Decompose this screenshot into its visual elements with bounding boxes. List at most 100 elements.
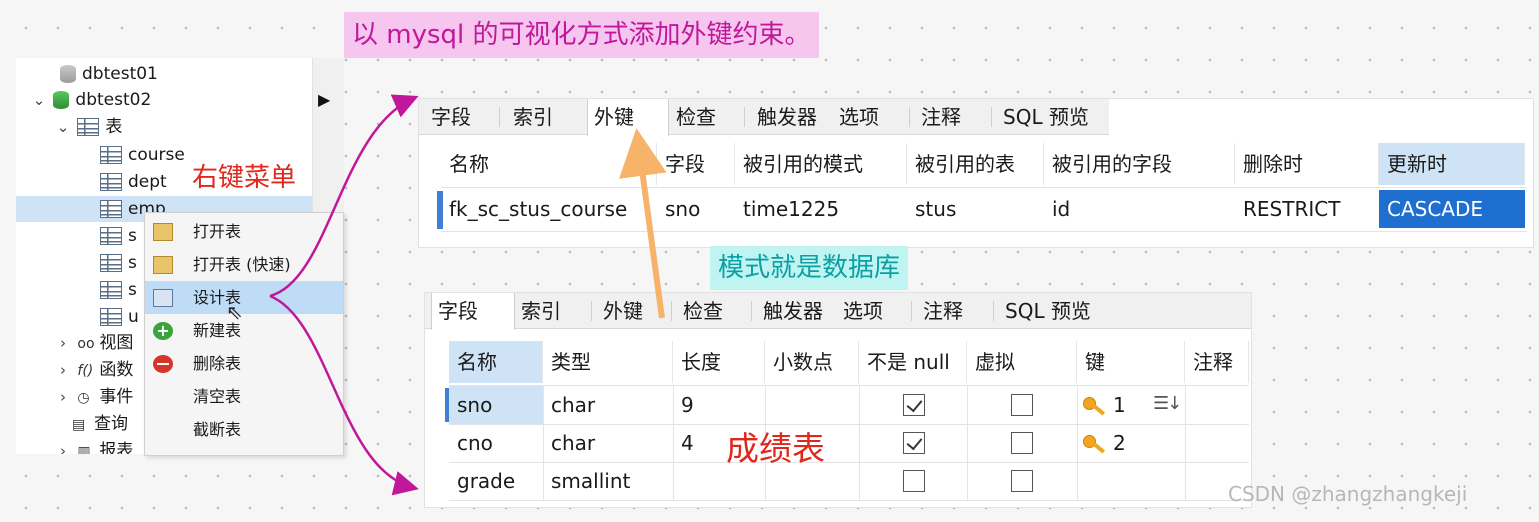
menu-item-open-table-fast[interactable]: 打开表 (快速) [145, 248, 343, 281]
tab-sql-preview[interactable]: SQL 预览 [997, 99, 1095, 135]
fk-on-delete-cell[interactable]: RESTRICT [1235, 188, 1379, 230]
tree-item-dept[interactable]: dept [100, 169, 167, 195]
menu-item-truncate-table[interactable]: 截断表 [145, 413, 343, 446]
fk-ref-field-cell[interactable]: id [1044, 188, 1235, 230]
table-icon [100, 146, 122, 164]
chevron-right-icon[interactable]: › [54, 438, 72, 454]
tab-indexes[interactable]: 索引 [507, 99, 559, 135]
chevron-right-icon[interactable]: › [54, 384, 72, 410]
virtual-checkbox[interactable] [1011, 432, 1033, 454]
field-decimals-cell[interactable] [765, 386, 859, 424]
column-header-field[interactable]: 字段 [657, 143, 735, 185]
tab-comments[interactable]: 注释 [917, 293, 969, 329]
field-name-cell[interactable]: grade [449, 462, 543, 500]
delete-table-icon [153, 355, 173, 373]
field-type-cell[interactable]: char [543, 424, 673, 462]
tab-fields[interactable]: 字段 [425, 99, 477, 135]
tab-checks[interactable]: 检查 [677, 293, 729, 329]
column-header-on-delete[interactable]: 删除时 [1235, 143, 1379, 185]
view-icon: oo [77, 336, 95, 352]
sort-order-icon[interactable]: ☰↓ [1153, 393, 1182, 414]
tree-item-table[interactable]: s [100, 250, 137, 276]
fk-tab-bar: 字段 索引 外键 检查 触发器 选项 注释 SQL 预览 [419, 99, 1109, 136]
column-header-name[interactable]: 名称 [441, 143, 657, 185]
open-table-fast-icon [153, 256, 173, 274]
tab-sql-preview[interactable]: SQL 预览 [999, 293, 1097, 329]
field-row-sno[interactable]: sno char 9 [449, 386, 1249, 424]
tab-options[interactable]: 选项 [833, 99, 885, 135]
column-header-virtual[interactable]: 虚拟 [967, 341, 1077, 383]
not-null-checkbox[interactable] [903, 470, 925, 492]
fk-table-row[interactable]: fk_sc_stus_course sno time1225 stus id R… [441, 188, 1527, 230]
design-table-icon [153, 289, 173, 307]
fk-ref-schema-cell[interactable]: time1225 [735, 188, 907, 230]
column-header-length[interactable]: 长度 [673, 341, 765, 383]
field-name-cell[interactable]: sno [449, 386, 543, 424]
tab-foreign-keys[interactable]: 外键 [597, 293, 649, 329]
tree-item-table[interactable]: s [100, 277, 137, 303]
menu-item-design-table[interactable]: 设计表 [145, 281, 343, 314]
tree-item-course[interactable]: course [100, 142, 185, 168]
tree-item-table[interactable]: s [100, 223, 137, 249]
field-row-grade[interactable]: grade smallint [449, 462, 1249, 500]
menu-item-open-table[interactable]: 打开表 [145, 215, 343, 248]
column-header-ref-schema[interactable]: 被引用的模式 [735, 143, 907, 185]
event-icon: ◷ [77, 390, 90, 406]
not-null-checkbox[interactable] [903, 432, 925, 454]
tree-item-queries[interactable]: ▤ 查询 [72, 411, 128, 437]
primary-key-icon [1083, 395, 1109, 417]
tab-foreign-keys[interactable]: 外键 [587, 99, 669, 136]
tree-item-dbtest01[interactable]: dbtest01 [60, 61, 158, 87]
fk-on-update-cell[interactable]: CASCADE [1379, 190, 1525, 228]
column-header-comment[interactable]: 注释 [1185, 341, 1249, 383]
fk-name-cell[interactable]: fk_sc_stus_course [441, 188, 657, 230]
tab-indexes[interactable]: 索引 [515, 293, 567, 329]
table-icon [100, 200, 122, 218]
column-header-ref-table[interactable]: 被引用的表 [907, 143, 1044, 185]
column-header-decimals[interactable]: 小数点 [765, 341, 859, 383]
column-header-type[interactable]: 类型 [543, 341, 673, 383]
column-header-on-update[interactable]: 更新时 [1379, 143, 1525, 185]
tree-item-dbtest02[interactable]: ⌄ dbtest02 [30, 87, 152, 113]
field-type-cell[interactable]: smallint [543, 462, 673, 500]
tree-item-events[interactable]: › ◷ 事件 [54, 384, 133, 410]
fields-table-header: 名称 类型 长度 小数点 不是 null 虚拟 键 注释 [449, 341, 1249, 383]
tree-item-reports[interactable]: › ▥ 报表 [54, 438, 133, 454]
not-null-checkbox[interactable] [903, 394, 925, 416]
field-length-cell[interactable]: 9 [673, 386, 765, 424]
menu-item-empty-table[interactable]: 清空表 [145, 380, 343, 413]
fk-ref-table-cell[interactable]: stus [907, 188, 1044, 230]
key-order: 2 [1113, 431, 1126, 455]
tab-triggers[interactable]: 触发器 [751, 99, 823, 135]
field-name-cell[interactable]: cno [449, 424, 543, 462]
virtual-checkbox[interactable] [1011, 470, 1033, 492]
expand-arrow-icon[interactable]: ▶ [318, 90, 330, 109]
tree-item-tables[interactable]: ⌄ 表 [54, 114, 123, 140]
tree-item-views[interactable]: › oo 视图 [54, 330, 133, 356]
chevron-right-icon[interactable]: › [54, 330, 72, 356]
menu-item-new-table[interactable]: + 新建表 [145, 314, 343, 347]
fk-field-cell[interactable]: sno [657, 188, 735, 230]
chevron-down-icon[interactable]: ⌄ [54, 114, 72, 140]
context-menu: 打开表 打开表 (快速) 设计表 + 新建表 删除表 清空表 截断表 [144, 212, 344, 456]
tab-comments[interactable]: 注释 [915, 99, 967, 135]
tree-item-table[interactable]: u [100, 304, 139, 330]
tab-fields[interactable]: 字段 [431, 293, 515, 330]
column-header-not-null[interactable]: 不是 null [859, 341, 967, 383]
tree-item-functions[interactable]: › f() 函数 [54, 357, 133, 383]
table-icon [100, 173, 122, 191]
chevron-down-icon[interactable]: ⌄ [30, 87, 48, 113]
column-header-name[interactable]: 名称 [449, 341, 543, 383]
tab-options[interactable]: 选项 [837, 293, 889, 329]
menu-item-delete-table[interactable]: 删除表 [145, 347, 343, 380]
chevron-right-icon[interactable]: › [54, 357, 72, 383]
fields-panel: 字段 索引 外键 检查 触发器 选项 注释 SQL 预览 名称 类型 长度 小数… [424, 292, 1252, 508]
key-order: 1 [1113, 393, 1126, 417]
field-row-cno[interactable]: cno char 4 [449, 424, 1249, 462]
field-type-cell[interactable]: char [543, 386, 673, 424]
tab-checks[interactable]: 检查 [670, 99, 722, 135]
column-header-ref-field[interactable]: 被引用的字段 [1044, 143, 1235, 185]
virtual-checkbox[interactable] [1011, 394, 1033, 416]
column-header-key[interactable]: 键 [1077, 341, 1185, 383]
tab-triggers[interactable]: 触发器 [757, 293, 829, 329]
